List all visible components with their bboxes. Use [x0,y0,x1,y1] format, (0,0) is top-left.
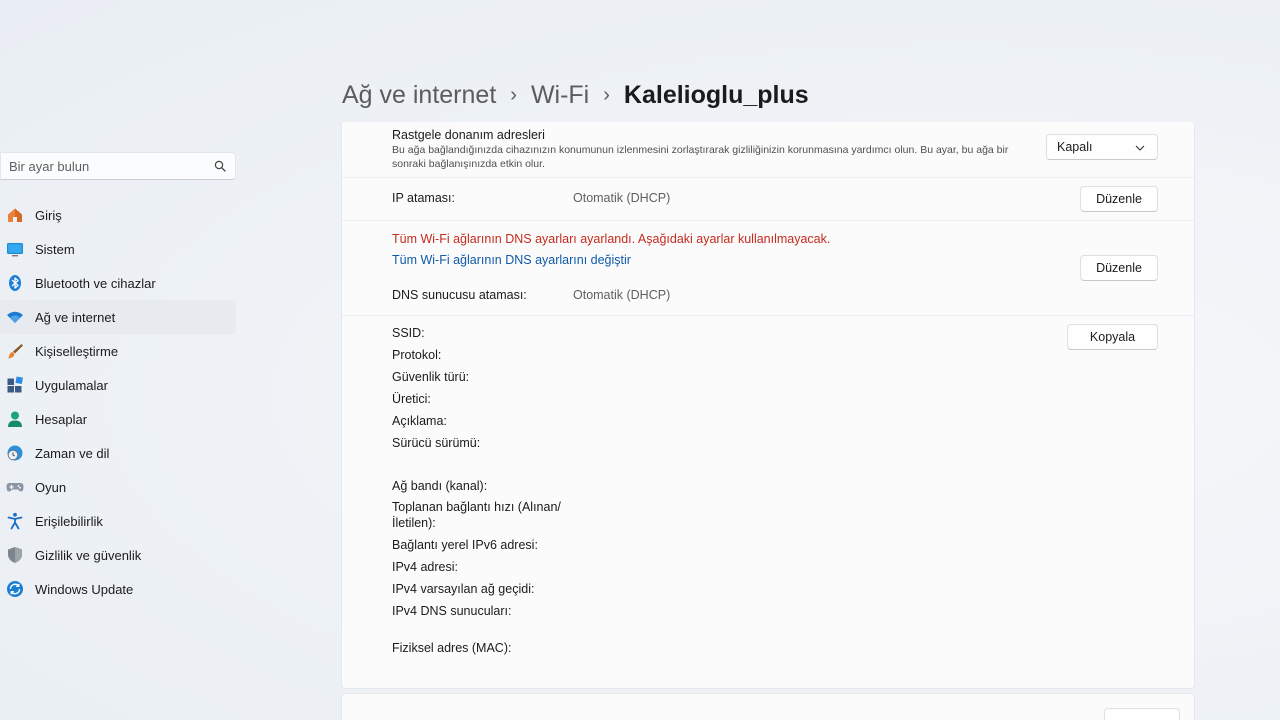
apps-icon [6,376,24,394]
gamepad-icon [6,478,24,496]
sidebar-item-oyun[interactable]: Oyun [0,470,236,504]
sidebar-item-label: Sistem [35,241,75,257]
bluetooth-icon [6,274,24,292]
random-hw-title: Rastgele donanım adresleri [392,128,545,142]
next-panel-button[interactable] [1104,708,1180,720]
dns-assignment-label: DNS sunucusu ataması: [392,288,527,302]
dns-change-all-link[interactable]: Tüm Wi-Fi ağlarının DNS ayarlarını değiş… [392,253,631,267]
prop-ipv6-label: Bağlantı yerel IPv6 adresi: [392,538,538,552]
copy-button[interactable]: Kopyala [1067,324,1158,350]
search-input[interactable] [9,158,213,174]
sidebar-item-label: Giriş [35,207,62,223]
chevron-right-icon: › [603,83,610,106]
ip-assignment-label: IP ataması: [392,191,455,205]
prop-gateway-label: IPv4 varsayılan ağ geçidi: [392,582,535,596]
wifi-icon [6,308,24,326]
network-properties-panel: Rastgele donanım adresleri Bu ağa bağlan… [341,122,1195,689]
random-hardware-address-row: Rastgele donanım adresleri Bu ağa bağlan… [342,122,1194,178]
prop-ssid-label: SSID: [392,326,425,340]
sidebar-item-sistem[interactable]: Sistem [0,232,236,266]
accessibility-icon [6,512,24,530]
prop-mac-label: Fiziksel adres (MAC): [392,641,512,655]
sidebar-item-label: Kişiselleştirme [35,343,119,359]
sidebar-item-windows-update[interactable]: Windows Update [0,572,236,606]
ip-assignment-row: IP ataması: Otomatik (DHCP) Düzenle [342,178,1194,221]
sidebar-item-label: Bluetooth ve cihazlar [35,275,156,291]
next-settings-panel [341,693,1195,720]
page-title: Kalelioglu_plus [623,80,809,109]
sidebar-item-gizlilik[interactable]: Gizlilik ve güvenlik [0,538,236,572]
prop-band-label: Ağ bandı (kanal): [392,479,488,493]
sidebar-item-label: Ağ ve internet [35,309,116,325]
properties-row: Kopyala SSID: Protokol: Güvenlik türü: Ü… [342,316,1194,688]
sidebar-item-label: Uygulamalar [35,377,108,393]
prop-ipv4-dns-label: IPv4 DNS sunucuları: [392,604,512,618]
dns-warning-text: Tüm Wi-Fi ağlarının DNS ayarları ayarlan… [392,232,831,246]
ip-edit-button[interactable]: Düzenle [1080,186,1158,212]
sidebar-item-zaman-ve-dil[interactable]: Zaman ve dil [0,436,236,470]
prop-speed-label-line1: Toplanan bağlantı hızı (Alınan/ [392,500,561,514]
chevron-right-icon: › [510,83,517,106]
sidebar-item-label: Hesaplar [35,411,88,427]
prop-security-label: Güvenlik türü: [392,370,470,384]
random-hw-dropdown[interactable]: Kapalı [1046,134,1158,160]
shield-icon [6,546,24,564]
breadcrumb-wifi[interactable]: Wi-Fi [531,81,589,110]
person-icon [6,410,24,428]
sidebar-nav: Giriş Sistem Bluetooth ve cihazlar Ağ ve… [0,198,236,606]
sidebar-item-bluetooth[interactable]: Bluetooth ve cihazlar [0,266,236,300]
prop-driver-label: Sürücü sürümü: [392,436,481,450]
sidebar-item-label: Oyun [35,479,67,495]
prop-protocol-label: Protokol: [392,348,442,362]
dns-assignment-value: Otomatik (DHCP) [573,288,671,302]
home-icon [6,206,24,224]
system-icon [6,240,24,258]
search-box[interactable] [0,152,236,180]
prop-description-label: Açıklama: [392,414,447,428]
sidebar-item-giris[interactable]: Giriş [0,198,236,232]
prop-ipv4-label: IPv4 adresi: [392,560,459,574]
prop-manufacturer-label: Üretici: [392,392,431,406]
search-icon[interactable] [213,159,227,173]
sidebar-item-label: Gizlilik ve güvenlik [35,547,142,563]
sidebar-item-kisisellestirme[interactable]: Kişiselleştirme [0,334,236,368]
dropdown-value: Kapalı [1057,140,1093,154]
brush-icon [6,342,24,360]
clock-globe-icon [6,444,24,462]
sidebar-item-label: Zaman ve dil [35,445,110,461]
breadcrumb-ag-ve-internet[interactable]: Ağ ve internet [342,81,496,110]
sidebar-item-uygulamalar[interactable]: Uygulamalar [0,368,236,402]
prop-speed-label-line2: İletilen): [392,516,436,530]
breadcrumb: Ağ ve internet › Wi-Fi › Kalelioglu_plus [342,78,809,112]
update-icon [6,580,24,598]
sidebar-item-hesaplar[interactable]: Hesaplar [0,402,236,436]
dns-row: Tüm Wi-Fi ağlarının DNS ayarları ayarlan… [342,221,1194,316]
sidebar-item-label: Windows Update [35,581,134,597]
random-hw-description: Bu ağa bağlandığınızda cihazınızın konum… [392,144,1009,170]
sidebar-item-label: Erişilebilirlik [35,513,103,529]
sidebar-item-erisilebilirlik[interactable]: Erişilebilirlik [0,504,236,538]
chevron-down-icon [1135,140,1145,154]
sidebar-item-ag-ve-internet[interactable]: Ağ ve internet [0,300,236,334]
ip-assignment-value: Otomatik (DHCP) [573,191,671,205]
dns-edit-button[interactable]: Düzenle [1080,255,1158,281]
